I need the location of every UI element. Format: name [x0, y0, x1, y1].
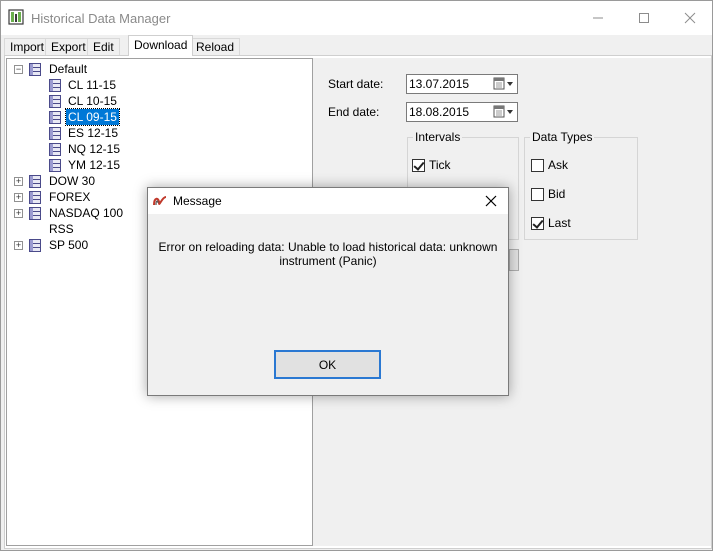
- tab-export[interactable]: Export: [45, 38, 92, 55]
- close-icon[interactable]: [482, 192, 500, 210]
- last-checkbox-label: Last: [548, 216, 571, 230]
- expand-icon[interactable]: +: [14, 177, 23, 186]
- end-date-picker[interactable]: 18.08.2015: [406, 102, 518, 122]
- tree-node-label: FOREX: [49, 190, 91, 204]
- database-icon: [49, 95, 61, 108]
- data-types-group-title: Data Types: [530, 130, 595, 144]
- maximize-icon: [639, 13, 649, 23]
- dialog-message-line-2: instrument (Panic): [279, 254, 377, 268]
- ask-checkbox[interactable]: [531, 159, 544, 172]
- start-date-picker[interactable]: 13.07.2015: [406, 74, 518, 94]
- tree-node-es-12-15[interactable]: ES 12-15: [7, 125, 307, 141]
- calendar-dropdown-icon[interactable]: [493, 77, 515, 91]
- end-date-value: 18.08.2015: [409, 105, 470, 119]
- tree-node-ym-12-15[interactable]: YM 12-15: [7, 157, 307, 173]
- tree-node-label-selected: CL 09-15: [65, 108, 120, 126]
- message-dialog: Message Error on reloading data: Unable …: [147, 187, 509, 396]
- expand-icon[interactable]: +: [14, 193, 23, 202]
- minimize-icon: [593, 17, 603, 19]
- database-icon: [49, 111, 61, 124]
- app-icon: [8, 9, 24, 25]
- app-logo-icon: [153, 196, 167, 206]
- main-window: Historical Data Manager Import Export Ed…: [0, 0, 713, 551]
- database-icon: [29, 63, 41, 76]
- tree-node-label: NASDAQ 100: [49, 206, 124, 220]
- close-button[interactable]: [667, 1, 713, 35]
- dialog-title-bar: Message: [148, 188, 508, 214]
- last-checkbox[interactable]: [531, 217, 544, 230]
- tree-node-cl-10-15[interactable]: CL 10-15: [7, 93, 307, 109]
- bid-checkbox[interactable]: [531, 188, 544, 201]
- collapse-icon[interactable]: −: [14, 65, 23, 74]
- tree-node-label: CL 10-15: [68, 94, 117, 108]
- database-icon: [29, 207, 41, 220]
- tab-reload[interactable]: Reload: [190, 38, 241, 55]
- tree-node-label: DOW 30: [49, 174, 96, 188]
- expand-icon[interactable]: +: [14, 209, 23, 218]
- database-icon: [29, 239, 41, 252]
- start-date-label: Start date:: [328, 77, 384, 91]
- database-icon: [29, 175, 41, 188]
- dialog-title: Message: [173, 194, 222, 208]
- bid-checkbox-label: Bid: [548, 187, 566, 201]
- dialog-message: Error on reloading data: Unable to load …: [158, 240, 498, 268]
- tab-import[interactable]: Import: [4, 38, 51, 55]
- database-icon: [29, 191, 41, 204]
- tick-checkbox-label: Tick: [429, 158, 451, 172]
- tick-checkbox[interactable]: [412, 159, 425, 172]
- tree-node-label: NQ 12-15: [68, 142, 121, 156]
- end-date-label: End date:: [328, 105, 380, 119]
- tree-node-label: SP 500: [49, 238, 89, 252]
- window-title: Historical Data Manager: [31, 11, 171, 26]
- database-icon: [49, 159, 61, 172]
- database-icon: [49, 79, 61, 92]
- close-icon: [684, 12, 696, 24]
- partially-hidden-button[interactable]: [509, 249, 519, 271]
- dialog-message-line-1: Error on reloading data: Unable to load …: [158, 240, 498, 254]
- tree-node-label: YM 12-15: [68, 158, 121, 172]
- minimize-button[interactable]: [575, 1, 621, 35]
- tab-download[interactable]: Download: [128, 35, 194, 56]
- maximize-button[interactable]: [621, 1, 667, 35]
- tree-node-nq-12-15[interactable]: NQ 12-15: [7, 141, 307, 157]
- calendar-dropdown-icon[interactable]: [493, 105, 515, 119]
- tab-edit[interactable]: Edit: [87, 38, 120, 55]
- start-date-value: 13.07.2015: [409, 77, 470, 91]
- ask-checkbox-label: Ask: [548, 158, 569, 172]
- intervals-group-title: Intervals: [413, 130, 463, 144]
- tree-node-default[interactable]: − Default: [7, 61, 307, 77]
- tree-node-cl-09-15[interactable]: CL 09-15: [7, 108, 307, 126]
- tree-node-label: Default: [49, 62, 88, 76]
- expand-icon[interactable]: +: [14, 241, 23, 250]
- database-icon: [49, 127, 61, 140]
- tree-node-label: ES 12-15: [68, 126, 119, 140]
- title-bar: Historical Data Manager: [1, 1, 712, 35]
- database-icon: [49, 143, 61, 156]
- tree-node-label: RSS: [49, 222, 74, 236]
- tree-node-label: CL 11-15: [68, 78, 117, 92]
- ok-button[interactable]: OK: [274, 350, 381, 379]
- tree-node-cl-11-15[interactable]: CL 11-15: [7, 77, 307, 93]
